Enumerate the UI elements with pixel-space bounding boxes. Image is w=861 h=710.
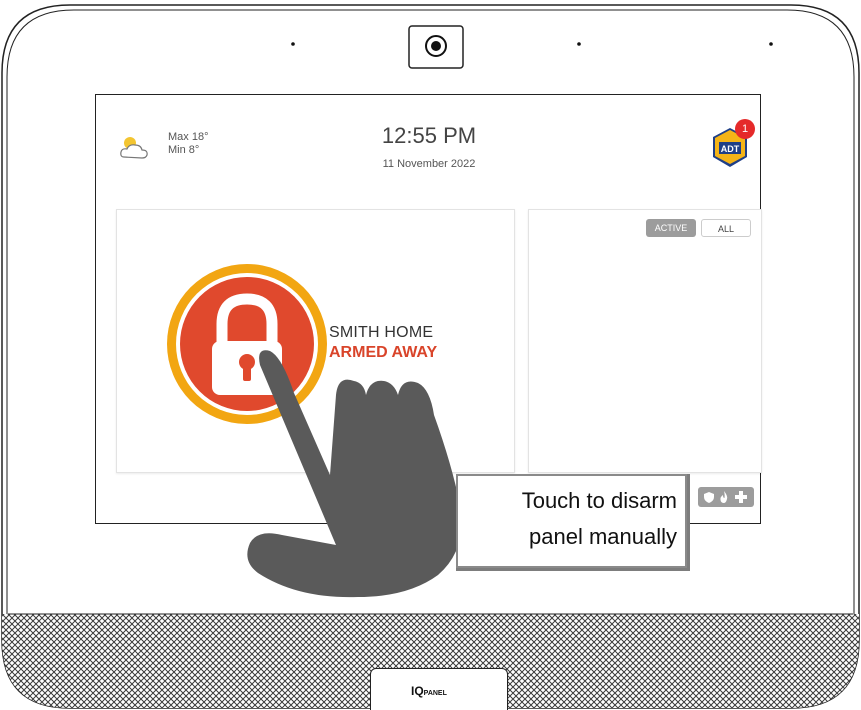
adt-notification-button[interactable]: ADT 1 <box>710 115 760 173</box>
tab-active[interactable]: ACTIVE <box>646 219 696 237</box>
camera-icon <box>408 25 464 69</box>
events-card <box>528 209 762 473</box>
iq-panel-logo: IQPANEL <box>411 684 447 698</box>
weather-max: Max 18° <box>168 131 209 143</box>
hand-pointer-icon <box>247 350 462 598</box>
medical-plus-icon <box>735 491 747 503</box>
clock-date: 11 November 2022 <box>382 158 476 170</box>
emergency-button[interactable] <box>698 487 754 507</box>
callout-line-2: panel manually <box>529 524 677 549</box>
tab-all[interactable]: ALL <box>701 219 751 237</box>
fire-icon <box>720 491 728 503</box>
partly-cloudy-icon <box>120 137 148 159</box>
instruction-callout: Touch to disarm panel manually <box>456 474 690 571</box>
notification-badge: 1 <box>735 119 755 139</box>
callout-line-1: Touch to disarm <box>521 488 677 513</box>
shield-icon <box>704 492 714 503</box>
clock-time: 12:55 PM <box>381 123 477 148</box>
brand-tab: IQPANEL <box>370 668 508 710</box>
weather-widget[interactable]: Max 18° Min 8° <box>118 131 218 167</box>
adt-logo-text: ADT <box>720 144 740 154</box>
weather-min: Min 8° <box>168 144 200 156</box>
